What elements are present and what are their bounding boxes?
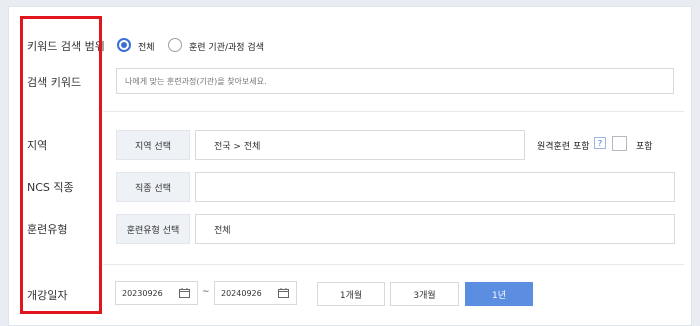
remote-include-checkbox[interactable] [612, 136, 627, 151]
period-1-month-button[interactable]: 1개월 [317, 282, 385, 306]
radio-scope-all[interactable] [117, 38, 131, 52]
start-date-to-input[interactable]: 20240926 [214, 281, 297, 305]
region-value-field[interactable]: 전국 > 전체 [195, 130, 525, 160]
calendar-icon[interactable] [179, 288, 190, 298]
training-type-value-field[interactable]: 전체 [195, 214, 675, 244]
ncs-value-field[interactable] [195, 172, 675, 202]
ncs-select-button[interactable]: 직종 선택 [116, 172, 190, 202]
radio-scope-all-label: 전체 [138, 43, 155, 53]
remote-include-label: 포함 [636, 142, 653, 152]
start-date-from-input[interactable]: 20230926 [115, 281, 198, 305]
search-keyword-input[interactable] [116, 68, 674, 94]
region-select-button[interactable]: 지역 선택 [116, 130, 190, 160]
start-date-to-value: 20240926 [221, 288, 262, 298]
highlight-box [20, 16, 102, 314]
start-date-from-value: 20230926 [122, 288, 163, 298]
radio-scope-institution[interactable] [168, 38, 182, 52]
training-type-value: 전체 [214, 225, 231, 236]
training-type-select-button[interactable]: 훈련유형 선택 [116, 214, 190, 244]
calendar-icon[interactable] [278, 288, 289, 298]
search-form-panel [8, 6, 692, 326]
period-3-month-button[interactable]: 3개월 [390, 282, 459, 306]
radio-scope-institution-label: 훈련 기관/과정 검색 [189, 43, 264, 53]
period-1-year-button[interactable]: 1년 [465, 282, 533, 306]
divider [103, 111, 684, 112]
region-value: 전국 > 전체 [214, 141, 261, 152]
divider [103, 264, 684, 265]
remote-training-label: 원격훈련 포함 [537, 142, 590, 152]
date-range-separator: ~ [202, 287, 210, 297]
help-icon[interactable]: ? [594, 137, 606, 149]
